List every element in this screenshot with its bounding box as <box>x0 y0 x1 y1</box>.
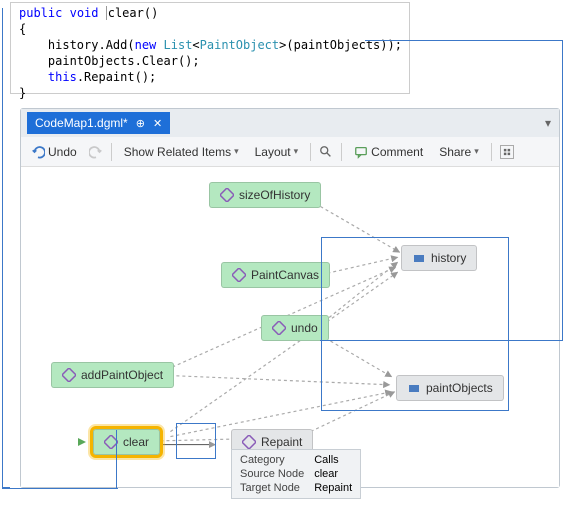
fit-zoom-icon[interactable] <box>500 145 514 159</box>
tab-menu-arrow-icon[interactable]: ▾ <box>545 116 551 130</box>
node-paintobjects[interactable]: paintObjects <box>396 375 504 401</box>
show-related-button[interactable]: Show Related Items <box>120 143 243 161</box>
field-icon <box>412 251 426 265</box>
pin-icon[interactable]: ⊕ <box>136 117 145 130</box>
code-line: public void clear() <box>19 5 401 21</box>
edge-tooltip: CategoryCalls Source Nodeclear Target No… <box>231 449 361 499</box>
code-line: { <box>19 21 401 37</box>
tab-title: CodeMap1.dgml* <box>35 116 128 130</box>
layout-button[interactable]: Layout <box>251 143 303 161</box>
node-paintcanvas[interactable]: PaintCanvas <box>221 262 330 288</box>
toolbar: Undo Show Related Items Layout Comment S… <box>21 137 559 167</box>
callout-box <box>176 423 216 459</box>
share-button[interactable]: Share <box>435 143 483 161</box>
method-icon <box>220 188 234 202</box>
search-icon[interactable] <box>319 145 333 159</box>
codemap-window: CodeMap1.dgml* ⊕ ✕ ▾ Undo Show Related I… <box>20 108 560 488</box>
node-history[interactable]: history <box>401 245 477 271</box>
node-clear[interactable]: clear <box>93 429 160 455</box>
node-undo[interactable]: undo <box>261 315 329 341</box>
tab-codemap[interactable]: CodeMap1.dgml* ⊕ ✕ <box>27 112 170 134</box>
comment-button[interactable]: Comment <box>350 143 427 161</box>
method-icon <box>232 268 246 282</box>
field-icon <box>407 381 421 395</box>
undo-icon <box>31 145 45 159</box>
graph-canvas[interactable]: sizeOfHistory history PaintCanvas undo a… <box>21 167 559 487</box>
code-line: } <box>19 85 401 101</box>
code-line: paintObjects.Clear(); <box>19 53 401 69</box>
method-icon <box>242 435 256 449</box>
code-snippet-panel: public void clear() { history.Add(new Li… <box>10 2 410 94</box>
entry-arrow-icon <box>76 436 88 448</box>
method-icon <box>62 368 76 382</box>
code-line: history.Add(new List<PaintObject>(paintO… <box>19 37 401 53</box>
undo-button[interactable]: Undo <box>27 143 81 161</box>
close-icon[interactable]: ✕ <box>153 117 162 130</box>
comment-icon <box>354 145 368 159</box>
code-line: this.Repaint(); <box>19 69 401 85</box>
redo-icon[interactable] <box>89 145 103 159</box>
method-icon <box>104 435 118 449</box>
tab-bar: CodeMap1.dgml* ⊕ ✕ ▾ <box>21 109 559 137</box>
node-addpaintobject[interactable]: addPaintObject <box>51 362 174 388</box>
method-icon <box>272 321 286 335</box>
node-sizeofhistory[interactable]: sizeOfHistory <box>209 182 321 208</box>
